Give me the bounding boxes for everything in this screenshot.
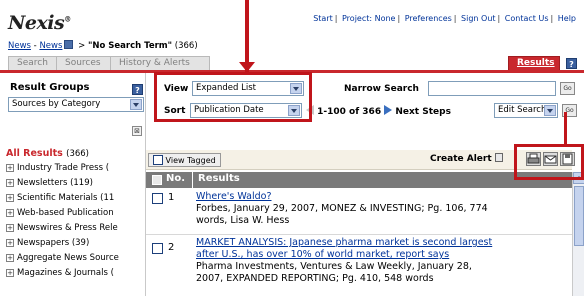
create-alert-link[interactable]: Create Alert xyxy=(430,153,503,164)
alert-icon xyxy=(494,153,503,162)
row-checkbox[interactable] xyxy=(152,243,163,254)
select-all-checkbox[interactable] xyxy=(152,175,162,185)
group-item[interactable]: + Web-based Publication xyxy=(6,208,146,223)
nexis-logo: Nexis® xyxy=(8,12,71,34)
tab-sources[interactable]: Sources xyxy=(56,56,114,70)
expand-icon[interactable]: + xyxy=(6,164,14,172)
pagination: 1-100 of 366 Next Steps xyxy=(306,105,451,117)
logo-text: Nexis xyxy=(8,12,65,34)
breadcrumb-news-link[interactable]: News xyxy=(8,41,31,51)
narrow-search-label: Narrow Search xyxy=(344,84,419,94)
collapse-groups-button[interactable]: ⊠ xyxy=(132,126,142,136)
expand-icon[interactable]: + xyxy=(6,254,14,262)
result-meta: words, Lisa W. Hess xyxy=(196,215,290,226)
table-row: 1 Where's Waldo? Forbes, January 29, 200… xyxy=(146,190,572,234)
annotation-tools-stem xyxy=(564,112,567,146)
row-divider xyxy=(146,234,572,235)
group-item[interactable]: + Newswires & Press Rele xyxy=(6,223,146,238)
next-steps-label: Next Steps xyxy=(395,107,451,117)
expand-icon[interactable]: + xyxy=(6,239,14,247)
breadcrumb: News - News > "No Search Term" (366) xyxy=(8,40,198,51)
chevron-down-icon xyxy=(130,99,142,110)
project-link[interactable]: Project: None xyxy=(342,14,395,23)
start-link[interactable]: Start xyxy=(313,14,333,23)
expand-icon[interactable]: + xyxy=(6,194,14,202)
help-icon[interactable]: ? xyxy=(566,58,577,69)
row-number: 2 xyxy=(168,242,175,253)
group-item[interactable]: + Scientific Materials (11 xyxy=(6,193,146,208)
breadcrumb-news-sub-link[interactable]: News xyxy=(39,41,62,51)
view-tagged-checkbox xyxy=(153,155,163,165)
logo-mark: ® xyxy=(64,14,71,24)
source-info-icon[interactable] xyxy=(64,40,74,49)
annotation-view-highlight xyxy=(154,72,312,122)
expand-icon[interactable]: + xyxy=(6,179,14,187)
row-content: Where's Waldo? Forbes, January 29, 2007,… xyxy=(196,191,566,227)
next-page-icon[interactable] xyxy=(384,105,393,115)
result-count: (366) xyxy=(172,41,198,51)
result-title-link[interactable]: after U.S., has over 10% of world market… xyxy=(196,249,566,261)
expand-icon[interactable]: + xyxy=(6,209,14,217)
tab-results[interactable]: Results xyxy=(508,56,560,70)
all-results-link[interactable]: All Results (366) xyxy=(6,148,146,163)
group-item[interactable]: + Aggregate News Source xyxy=(6,253,146,268)
result-title-link[interactable]: MARKET ANALYSIS: Japanese pharma market … xyxy=(196,237,566,249)
column-no: No. xyxy=(166,173,186,184)
result-groups-help-icon[interactable]: ? xyxy=(132,84,143,95)
group-item[interactable]: + Newsletters (119) xyxy=(6,178,146,193)
narrow-go-button[interactable]: Go xyxy=(560,82,575,95)
search-term: "No Search Term" xyxy=(87,41,173,51)
contact-us-link[interactable]: Contact Us xyxy=(505,14,549,23)
result-meta: 2007, EXPANDED REPORTING; Pg. 410, 548 w… xyxy=(196,273,434,284)
next-steps-select[interactable]: Edit Search xyxy=(494,103,558,118)
column-results: Results xyxy=(198,173,240,184)
row-content: MARKET ANALYSIS: Japanese pharma market … xyxy=(196,237,566,285)
results-scrollbar[interactable] xyxy=(572,172,584,296)
result-groups-title: Result Groups xyxy=(10,82,90,93)
result-title-link[interactable]: Where's Waldo? xyxy=(196,191,566,203)
result-range: 1-100 of 366 xyxy=(317,107,382,117)
group-item[interactable]: + Magazines & Journals ( xyxy=(6,268,146,283)
tab-search[interactable]: Search xyxy=(8,56,60,70)
results-table-header: No. Results xyxy=(146,172,572,188)
tab-history-alerts[interactable]: History & Alerts xyxy=(110,56,210,70)
view-tagged-button[interactable]: View Tagged xyxy=(148,153,221,167)
tab-bar: Search Sources History & Alerts Results … xyxy=(0,54,584,70)
group-item[interactable]: + Newspapers (39) xyxy=(6,238,146,253)
expand-icon[interactable]: + xyxy=(6,269,14,277)
table-row: 2 MARKET ANALYSIS: Japanese pharma marke… xyxy=(146,236,572,296)
group-item[interactable]: + Industry Trade Press ( xyxy=(6,163,146,178)
group-by-select[interactable]: Sources by Category xyxy=(8,97,144,112)
result-meta: Pharma Investments, Ventures & Law Weekl… xyxy=(196,261,472,272)
scroll-thumb[interactable] xyxy=(574,186,584,246)
preferences-link[interactable]: Preferences xyxy=(405,14,452,23)
row-checkbox[interactable] xyxy=(152,193,163,204)
annotation-tools-highlight xyxy=(514,144,584,180)
column-divider xyxy=(192,172,193,188)
group-list: All Results (366) + Industry Trade Press … xyxy=(6,148,146,283)
result-meta: Forbes, January 29, 2007, MONEZ & INVEST… xyxy=(196,203,488,214)
narrow-search-input[interactable] xyxy=(428,81,556,96)
help-link[interactable]: Help xyxy=(558,14,576,23)
chevron-down-icon xyxy=(544,105,556,116)
sign-out-link[interactable]: Sign Out xyxy=(461,14,496,23)
top-links: Start | Project: None | Preferences | Sign … xyxy=(313,14,576,23)
expand-icon[interactable]: + xyxy=(6,224,14,232)
row-number: 1 xyxy=(168,192,175,203)
annotation-arrow-head xyxy=(239,62,255,72)
